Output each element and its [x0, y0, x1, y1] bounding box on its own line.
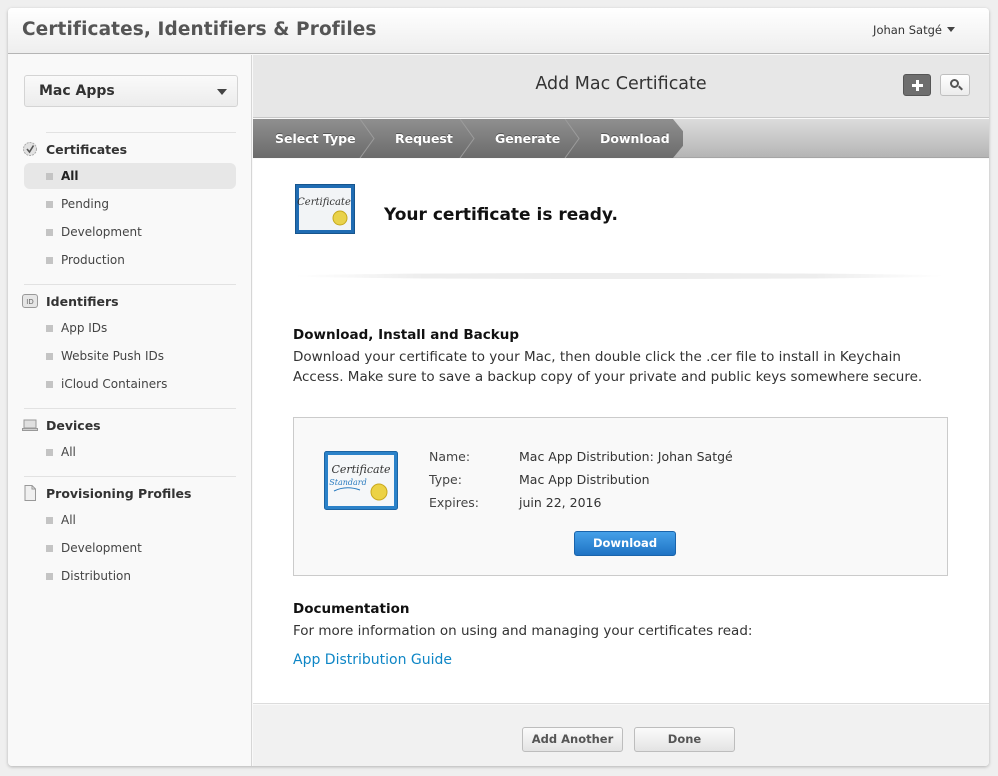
sidebar-item-label: Development	[61, 541, 142, 555]
install-body: Download your certificate to your Mac, t…	[293, 349, 923, 385]
app-distribution-guide-link[interactable]: App Distribution Guide	[293, 652, 452, 668]
bullet	[46, 544, 53, 552]
section-provisioning-profiles: Provisioning Profiles	[22, 483, 191, 503]
svg-text:ID: ID	[26, 298, 33, 306]
sidebar-item-certificates-development[interactable]: Development	[24, 219, 236, 245]
document-icon	[22, 485, 38, 501]
divider	[24, 284, 236, 285]
laptop-icon	[22, 417, 38, 433]
sidebar-item-certificates-production[interactable]: Production	[24, 247, 236, 273]
bullet	[46, 324, 53, 332]
sidebar: Mac Apps Certificates All Pending Develo…	[8, 55, 252, 766]
documentation-title: Documentation	[293, 601, 410, 617]
portal-window: Certificates, Identifiers & Profiles Joh…	[8, 8, 989, 766]
bullet	[46, 200, 53, 208]
name-value: Mac App Distribution: Johan Satgé	[519, 449, 733, 464]
user-menu[interactable]: Johan Satgé	[873, 23, 955, 37]
bullet	[46, 516, 53, 524]
section-title: Certificates	[46, 141, 128, 157]
certificate-icon-subtext: Standard	[329, 478, 366, 487]
section-title: Devices	[46, 417, 101, 433]
sidebar-item-label: App IDs	[61, 321, 108, 335]
type-value: Mac App Distribution	[519, 472, 650, 487]
section-title: Provisioning Profiles	[46, 485, 192, 501]
id-badge-icon: ID	[22, 293, 38, 309]
sidebar-item-label: Website Push IDs	[61, 349, 164, 363]
step-generate[interactable]: Generate	[495, 119, 560, 158]
step-select-type[interactable]: Select Type	[275, 119, 356, 158]
divider	[293, 273, 945, 279]
section-identifiers: ID Identifiers	[22, 291, 119, 311]
sidebar-item-label: All	[61, 513, 76, 527]
ready-title: Your certificate is ready.	[384, 205, 618, 225]
sidebar-item-label: iCloud Containers	[61, 377, 168, 391]
add-button[interactable]	[903, 74, 931, 96]
step-divider	[459, 119, 475, 158]
sidebar-item-label: Development	[61, 225, 142, 239]
documentation-body: For more information on using and managi…	[293, 623, 753, 639]
certificate-card: Certificate Standard Name: Mac App Distr…	[293, 417, 948, 576]
certificate-icon: Certificate	[295, 184, 355, 234]
expires-value: juin 22, 2016	[519, 495, 602, 510]
platform-select[interactable]: Mac Apps	[24, 75, 238, 107]
step-download[interactable]: Download	[600, 119, 670, 158]
step-divider	[564, 119, 580, 158]
step-divider	[359, 119, 375, 158]
sidebar-item-label: All	[61, 445, 76, 459]
certificate-standard-icon: Certificate Standard	[324, 451, 398, 511]
sidebar-item-label: Pending	[61, 197, 109, 211]
type-label: Type:	[429, 472, 462, 487]
search-button[interactable]	[940, 74, 970, 96]
sidebar-item-certificates-all[interactable]: All	[24, 163, 236, 189]
user-name: Johan Satgé	[873, 23, 942, 37]
download-button[interactable]: Download	[574, 531, 676, 556]
page-title: Add Mac Certificate	[535, 74, 707, 94]
sidebar-item-icloud-containers[interactable]: iCloud Containers	[24, 371, 236, 397]
content-area: Certificate Your certificate is ready. D…	[253, 159, 989, 704]
bullet	[46, 572, 53, 580]
section-certificates: Certificates	[22, 139, 127, 159]
expires-label: Expires:	[429, 495, 479, 510]
done-button[interactable]: Done	[634, 727, 735, 752]
wizard-steps: Select Type Request Generate Download	[253, 119, 989, 158]
sidebar-item-profiles-all[interactable]: All	[24, 507, 236, 533]
sidebar-item-label: Production	[61, 253, 125, 267]
main-header: Add Mac Certificate	[253, 55, 989, 118]
sidebar-item-website-push-ids[interactable]: Website Push IDs	[24, 343, 236, 369]
app-title: Certificates, Identifiers & Profiles	[22, 19, 377, 40]
sidebar-item-label: Distribution	[61, 569, 132, 583]
bullet	[46, 172, 53, 180]
top-bar: Certificates, Identifiers & Profiles Joh…	[8, 8, 989, 54]
main-panel: Add Mac Certificate Select Type Request …	[253, 55, 989, 766]
sidebar-item-certificates-pending[interactable]: Pending	[24, 191, 236, 217]
divider	[24, 476, 236, 477]
chevron-down-icon	[217, 89, 227, 95]
sidebar-item-label: All	[61, 169, 79, 183]
sidebar-item-profiles-distribution[interactable]: Distribution	[24, 563, 236, 589]
add-another-button[interactable]: Add Another	[522, 727, 623, 752]
bullet	[46, 448, 53, 456]
step-request[interactable]: Request	[395, 119, 453, 158]
certificate-icon-text: Certificate	[297, 197, 351, 208]
bullet	[46, 380, 53, 388]
certificate-icon-text: Certificate	[331, 463, 391, 476]
certificate-badge-icon	[22, 141, 38, 157]
sidebar-item-devices-all[interactable]: All	[24, 439, 236, 465]
section-title: Identifiers	[46, 293, 119, 309]
footer-actions: Add Another Done	[253, 705, 989, 766]
bullet	[46, 256, 53, 264]
sidebar-item-profiles-development[interactable]: Development	[24, 535, 236, 561]
bullet	[46, 352, 53, 360]
divider	[46, 132, 236, 133]
install-title: Download, Install and Backup	[293, 327, 519, 343]
section-devices: Devices	[22, 415, 101, 435]
sidebar-item-app-ids[interactable]: App IDs	[24, 315, 236, 341]
platform-select-value: Mac Apps	[39, 83, 115, 99]
chevron-down-icon	[947, 27, 955, 32]
name-label: Name:	[429, 449, 471, 464]
bullet	[46, 228, 53, 236]
divider	[24, 408, 236, 409]
